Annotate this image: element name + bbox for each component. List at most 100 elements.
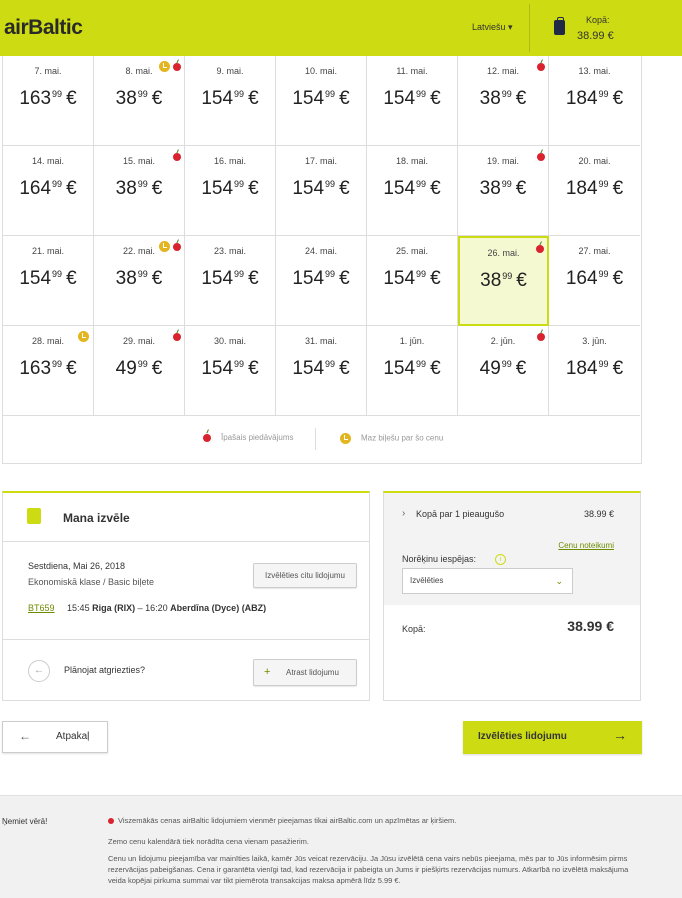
price-whole: 154 (292, 178, 325, 199)
language-selector[interactable]: Latviešu ▾ (472, 22, 513, 33)
calendar-day-cell[interactable]: 18. mai. 15499 € (367, 146, 458, 236)
price-whole: 154 (201, 358, 234, 379)
price-cents: 99 (234, 269, 245, 279)
cherry-icon (173, 333, 181, 341)
price-cents: 99 (598, 89, 609, 99)
calendar-day-cell[interactable]: 24. mai. 15499 € (276, 236, 367, 326)
price-cents: 99 (52, 359, 63, 369)
calendar-day-cell[interactable]: 9. mai. 15499 € (185, 56, 276, 146)
plan-return-label: Plānojat atgriezties? (64, 665, 146, 675)
day-price: 15499 € (3, 268, 93, 290)
notice-paragraph-3: Cenu un lidojumu pieejamība var mainītie… (108, 854, 629, 885)
price-whole: 154 (19, 268, 52, 289)
back-button[interactable]: ← Atpakaļ (2, 721, 108, 753)
day-date: 16. mai. (213, 156, 246, 166)
price-currency: € (339, 178, 350, 199)
day-date: 17. mai. (304, 156, 337, 166)
price-currency: € (339, 88, 350, 109)
fare-rules-link[interactable]: Cenu noteikumi (558, 541, 614, 550)
price-cents: 99 (501, 359, 512, 369)
day-price: 15499 € (276, 178, 366, 200)
suitcase-icon[interactable] (554, 17, 565, 35)
calendar-day-cell[interactable]: 23. mai. 15499 € (185, 236, 276, 326)
calendar-day-cell[interactable]: 19. mai. 3899 € (458, 146, 549, 236)
calendar-day-cell[interactable]: 3. jūn. 18499 € (549, 326, 640, 416)
airbaltic-logo[interactable]: airBaltic (4, 16, 83, 40)
day-date: 30. mai. (213, 336, 246, 346)
price-cents: 99 (598, 359, 609, 369)
calendar-day-cell[interactable]: 12. mai. 3899 € (458, 56, 549, 146)
calendar-day-cell[interactable]: 11. mai. 15499 € (367, 56, 458, 146)
price-cents: 99 (137, 179, 148, 189)
flight-number-link[interactable]: BT659 (28, 603, 55, 613)
price-cents: 99 (598, 269, 609, 279)
price-cents: 99 (137, 359, 148, 369)
payment-options-label: Norēķinu iespējas: (402, 554, 477, 564)
price-cents: 99 (234, 179, 245, 189)
choose-flight-button[interactable]: Izvēlēties lidojumu → (463, 721, 642, 754)
expand-chevron-icon[interactable]: › (402, 508, 405, 519)
day-price: 18499 € (549, 178, 640, 200)
calendar-day-cell[interactable]: 15. mai. 3899 € (94, 146, 185, 236)
cherry-icon (537, 63, 545, 71)
calendar-day-cell[interactable]: 30. mai. 15499 € (185, 326, 276, 416)
info-icon[interactable]: i (495, 554, 506, 565)
day-date: 3. jūn. (582, 336, 607, 346)
calendar-day-cell[interactable]: 8. mai. 3899 € (94, 56, 185, 146)
adult-total-amount: 38.99 € (583, 509, 614, 519)
calendar-day-cell[interactable]: 27. mai. 16499 € (549, 236, 640, 326)
choose-other-flight-button[interactable]: Izvēlēties citu lidojumu (253, 563, 357, 588)
payment-options-select[interactable]: Izvēlēties ⌄ (402, 568, 573, 594)
price-whole: 38 (479, 88, 501, 109)
clock-icon (159, 241, 170, 252)
price-whole: 38 (480, 270, 502, 291)
calendar-day-cell[interactable]: 20. mai. 18499 € (549, 146, 640, 236)
price-currency: € (66, 358, 77, 379)
find-flight-button[interactable]: + Atrast lidojumu (253, 659, 357, 686)
price-currency: € (248, 88, 259, 109)
price-cents: 99 (137, 89, 148, 99)
calendar-day-cell[interactable]: 16. mai. 15499 € (185, 146, 276, 236)
day-date: 1. jūn. (399, 336, 425, 346)
price-currency: € (515, 88, 527, 109)
divider (3, 639, 369, 640)
cherry-icon (173, 63, 181, 71)
day-date: 21. mai. (31, 246, 64, 256)
cart-total-amount[interactable]: 38.99 € (577, 30, 614, 42)
adult-total-label[interactable]: Kopā par 1 pieaugušo (416, 509, 504, 519)
price-whole: 184 (565, 178, 598, 199)
price-cents: 99 (234, 359, 245, 369)
arrow-left-icon: ← (19, 729, 31, 743)
calendar-day-cell[interactable]: 28. mai. 16399 € (3, 326, 94, 416)
day-price: 15499 € (185, 268, 275, 290)
calendar-day-cell[interactable]: 7. mai. 16399 € (3, 56, 94, 146)
price-cents: 99 (325, 269, 336, 279)
calendar-day-cell[interactable]: 17. mai. 15499 € (276, 146, 367, 236)
notice-paragraph-1: Viszemākās cenas airBaltic lidojumiem vi… (118, 816, 457, 825)
day-date: 18. mai. (395, 156, 428, 166)
calendar-day-cell[interactable]: 25. mai. 15499 € (367, 236, 458, 326)
price-whole: 164 (19, 178, 52, 199)
day-date: 26. mai. (487, 248, 520, 258)
price-whole: 154 (201, 88, 234, 109)
calendar-day-cell[interactable]: 26. mai. 3899 € (458, 236, 549, 326)
legend-special-offer: Īpašais piedāvājums (203, 433, 293, 442)
legend-few-seats: Maz biļešu par šo cenu (340, 433, 443, 444)
calendar-day-cell[interactable]: 10. mai. 15499 € (276, 56, 367, 146)
calendar-day-cell[interactable]: 29. mai. 4999 € (94, 326, 185, 416)
price-cents: 99 (416, 89, 427, 99)
price-currency: € (515, 178, 527, 199)
calendar-day-cell[interactable]: 2. jūn. 4999 € (458, 326, 549, 416)
calendar-day-cell[interactable]: 13. mai. 18499 € (549, 56, 640, 146)
calendar-day-cell[interactable]: 31. mai. 15499 € (276, 326, 367, 416)
calendar-day-cell[interactable]: 14. mai. 16499 € (3, 146, 94, 236)
day-price: 16499 € (549, 268, 640, 290)
day-date: 7. mai. (34, 66, 62, 76)
day-price: 15499 € (367, 178, 457, 200)
calendar-day-cell[interactable]: 1. jūn. 15499 € (367, 326, 458, 416)
plus-icon: + (264, 666, 271, 678)
calendar-day-cell[interactable]: 22. mai. 3899 € (94, 236, 185, 326)
price-whole: 163 (19, 358, 52, 379)
calendar-day-cell[interactable]: 21. mai. 15499 € (3, 236, 94, 326)
cherry-icon (537, 153, 545, 161)
